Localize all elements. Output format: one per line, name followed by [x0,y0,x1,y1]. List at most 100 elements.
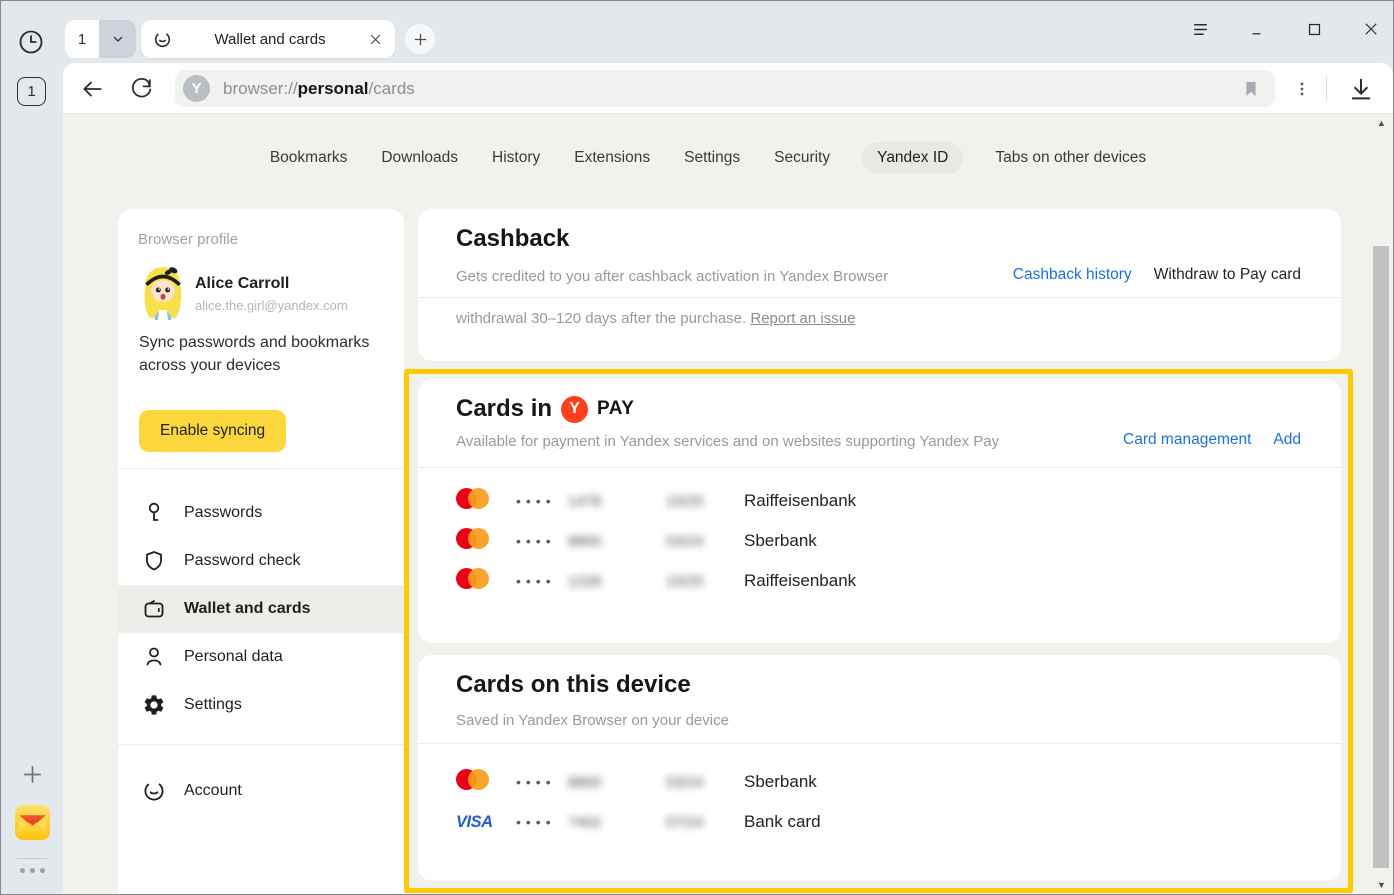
nav-yandex-id-active[interactable]: Yandex ID [862,142,963,174]
person-icon [142,645,166,669]
masked-digits: •••• [516,814,568,830]
bank-name: Bank card [744,812,1341,832]
shield-icon [142,549,166,573]
nav-tabs-other-devices[interactable]: Tabs on other devices [993,142,1148,174]
visa-icon: VISA [456,813,493,831]
yandex-mail-icon[interactable] [15,805,50,840]
toolbar: Y browser://personal/cards [63,63,1393,114]
window-controls [1190,9,1381,49]
page-content: Bookmarks Downloads History Extensions S… [63,114,1393,894]
withdraw-to-pay-card-link[interactable]: Withdraw to Pay card [1154,266,1301,284]
url-text[interactable]: browser://personal/cards [223,79,1241,99]
card-expiry-blurred: 03/24 [666,774,744,791]
card-management-link[interactable]: Card management [1123,431,1251,449]
card-row[interactable]: •••• 8800 03/24 Sberbank [418,521,1341,561]
tab-counter-group[interactable]: 1 [65,20,136,58]
settings-nav: Bookmarks Downloads History Extensions S… [63,142,1353,174]
sidebar-item-passwords[interactable]: Passwords [118,489,404,537]
enable-syncing-button[interactable]: Enable syncing [139,410,286,452]
mastercard-icon [456,488,490,509]
scrollbar-thumb[interactable] [1373,246,1389,868]
account-browser-logo-icon [142,779,166,803]
tab-panel-button[interactable]: 1 [17,77,46,106]
profile-email: alice.the.girl@yandex.com [195,298,348,313]
cashback-card: Cashback Gets credited to you after cash… [418,209,1341,361]
avatar[interactable] [134,262,192,320]
sidebar-item-label: Passwords [184,504,262,522]
back-icon[interactable] [79,76,105,102]
card-number-blurred: 8800 [568,533,666,550]
card-expiry-blurred: 10/25 [666,573,744,590]
sidebar-account-section: Account [118,767,404,815]
sidebar-item-account[interactable]: Account [118,767,404,815]
page-scrollbar[interactable]: ▲ ▼ [1372,116,1391,892]
mastercard-icon [456,769,490,790]
card-divider [418,743,1341,744]
browser-menu-icon[interactable] [1190,19,1210,39]
cards-on-device-title: Cards on this device [456,671,691,699]
card-row[interactable]: •••• 1478 10/25 Raiffeisenbank [418,481,1341,521]
card-number-blurred: 8800 [568,774,666,791]
browser-tab[interactable]: Wallet and cards [141,20,395,58]
site-favicon-y-icon: Y [183,75,210,102]
scrollbar-up-arrow[interactable]: ▲ [1372,116,1391,130]
titlebar: 1 Wallet and cards [63,1,1393,63]
browser-window: 1 [0,0,1394,895]
sidebar-divider [118,744,404,745]
bank-name: Raiffeisenbank [744,571,1341,591]
profile-name: Alice Carroll [195,275,289,293]
address-kebab-menu-icon[interactable] [1291,76,1313,102]
sidebar-item-wallet-and-cards[interactable]: Wallet and cards [118,585,404,633]
card-row[interactable]: •••• 1228 10/25 Raiffeisenbank [418,561,1341,601]
card-row[interactable]: •••• 8800 03/24 Sberbank [418,762,1341,802]
masked-digits: •••• [516,573,568,589]
card-expiry-blurred: 03/24 [666,533,744,550]
cashback-history-link[interactable]: Cashback history [1013,266,1132,284]
cashback-note: withdrawal 30–120 days after the purchas… [456,310,855,327]
maximize-icon[interactable] [1304,19,1324,39]
pay-wordmark: PAY [597,398,634,420]
add-card-link[interactable]: Add [1273,431,1301,449]
nav-security[interactable]: Security [772,142,832,174]
nav-extensions[interactable]: Extensions [572,142,652,174]
sidebar-item-settings[interactable]: Settings [118,681,404,729]
pay-cards-list: •••• 1478 10/25 Raiffeisenbank •••• 8800 [418,481,1341,601]
card-expiry-blurred: 10/25 [666,493,744,510]
address-bar[interactable]: Y browser://personal/cards [175,70,1275,107]
minimize-icon[interactable] [1247,19,1267,39]
card-divider [418,467,1341,468]
bookmark-icon[interactable] [1241,78,1261,100]
bank-name: Sberbank [744,531,1341,551]
reload-icon[interactable] [129,76,155,102]
nav-settings[interactable]: Settings [682,142,742,174]
key-icon [142,501,166,525]
mastercard-icon [456,528,490,549]
downloads-icon[interactable] [1347,75,1375,103]
sidebar-item-password-check[interactable]: Password check [118,537,404,585]
sidebar-item-personal-data[interactable]: Personal data [118,633,404,681]
cards-in-pay-title: Cards in Y PAY [456,395,634,423]
nav-downloads[interactable]: Downloads [379,142,460,174]
nav-bookmarks[interactable]: Bookmarks [268,142,350,174]
tab-count-label: 1 [27,83,35,100]
history-clock-icon[interactable] [17,28,45,56]
new-tab-button[interactable] [405,24,435,54]
wallet-icon [142,597,166,621]
yandex-pay-logo-icon: Y [561,396,588,423]
sidebar-item-label: Account [184,782,242,800]
report-an-issue-link[interactable]: Report an issue [750,310,855,327]
chevron-down-icon[interactable] [99,20,136,58]
sidebar-divider [118,468,404,469]
close-window-icon[interactable] [1361,19,1381,39]
strip-add-icon[interactable] [20,762,45,787]
scrollbar-down-arrow[interactable]: ▼ [1372,878,1391,892]
masked-digits: •••• [516,774,568,790]
gear-icon [142,693,166,717]
nav-history[interactable]: History [490,142,542,174]
mastercard-icon [456,568,490,589]
strip-more-icon[interactable] [20,868,45,873]
sidebar-item-label: Password check [184,552,301,570]
tab-close-icon[interactable] [368,32,383,47]
card-row[interactable]: VISA •••• 7402 07/24 Bank card [418,802,1341,842]
card-expiry-blurred: 07/24 [666,814,744,831]
